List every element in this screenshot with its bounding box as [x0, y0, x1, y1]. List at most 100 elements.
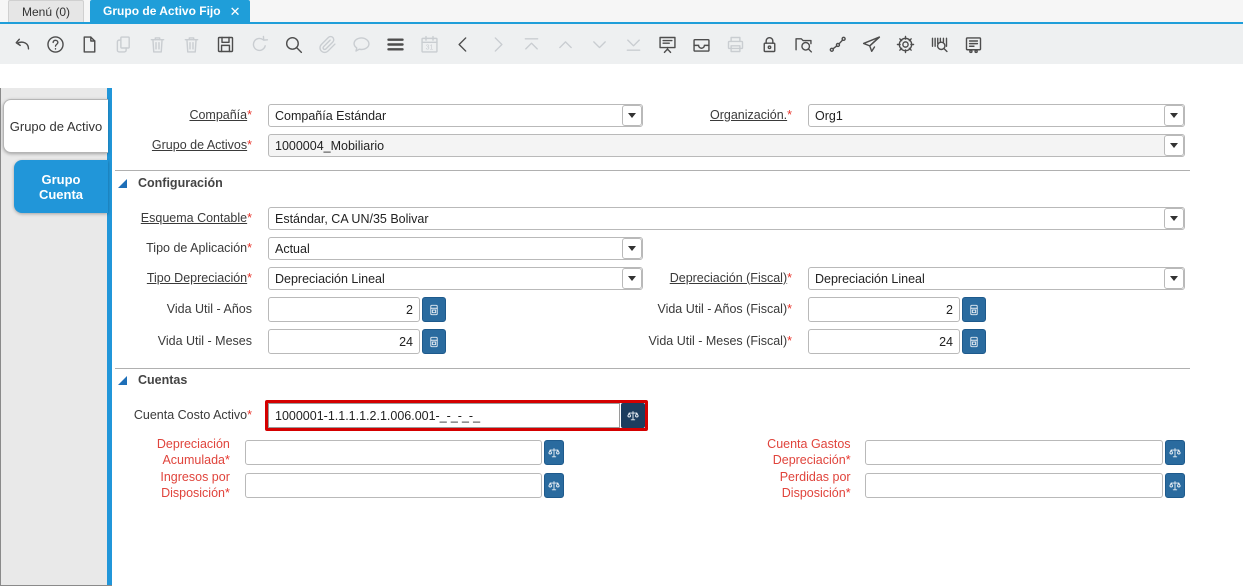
- vida-util-meses-fiscal-field[interactable]: 24: [808, 329, 960, 354]
- chevron-down-icon[interactable]: [622, 268, 642, 289]
- ingresos-por-disposicion-field[interactable]: [245, 473, 542, 498]
- section-header-configuracion[interactable]: Configuración: [118, 176, 223, 190]
- refresh-icon: [249, 34, 270, 55]
- perdidas-por-disposicion-field[interactable]: [865, 473, 1162, 498]
- grid-toggle-button[interactable]: [384, 33, 406, 55]
- chat-icon: [351, 34, 372, 55]
- section-divider: [115, 170, 1190, 171]
- label-compania: Compañía*: [113, 108, 260, 124]
- account-combination-button[interactable]: [1165, 473, 1186, 498]
- archive-button[interactable]: [690, 33, 712, 55]
- calculator-icon: [967, 303, 981, 317]
- calculator-button[interactable]: [422, 297, 446, 322]
- scales-icon: [1168, 446, 1182, 460]
- cuenta-costo-activo-field[interactable]: 1000001-1.1.1.1.2.1.006.001-_-_-_-_: [268, 403, 620, 428]
- tipo-depreciacion-value: Depreciación Lineal: [269, 272, 385, 286]
- copy-record-button: [112, 33, 134, 55]
- cuenta-gastos-depreciacion-field[interactable]: [865, 440, 1162, 465]
- account-combination-button[interactable]: [544, 473, 565, 498]
- attachment-icon: [317, 34, 338, 55]
- preference-icon: [895, 34, 916, 55]
- tipo-depreciacion-combo[interactable]: Depreciación Lineal: [268, 267, 643, 290]
- account-combination-button[interactable]: [544, 440, 565, 465]
- zoom-across-icon: [793, 34, 814, 55]
- sidebar-tab-grupo-de-activo[interactable]: Grupo de Activo: [3, 99, 108, 153]
- print-button: [724, 33, 746, 55]
- tipo-de-aplicacion-value: Actual: [269, 242, 310, 256]
- calculator-icon: [427, 335, 441, 349]
- calendar-button: 31: [418, 33, 440, 55]
- chevron-down-icon[interactable]: [1164, 105, 1184, 126]
- report-button[interactable]: [656, 33, 678, 55]
- find-button[interactable]: [282, 33, 304, 55]
- collapse-triangle-icon[interactable]: [118, 179, 127, 188]
- last-record-icon: [623, 34, 644, 55]
- new-record-button[interactable]: [78, 33, 100, 55]
- undo-button[interactable]: [10, 33, 32, 55]
- grupo-de-activos-value: 1000004_Mobiliario: [269, 139, 384, 153]
- chevron-down-icon[interactable]: [1164, 268, 1184, 289]
- close-icon[interactable]: ✕: [230, 5, 241, 18]
- chevron-down-icon[interactable]: [1164, 208, 1184, 229]
- form-grupo-de-activo: Compañía* Compañía Estándar Organización…: [113, 64, 1243, 588]
- print-icon: [725, 34, 746, 55]
- compania-combo[interactable]: Compañía Estándar: [268, 104, 643, 127]
- chevron-down-icon[interactable]: [622, 105, 642, 126]
- esquema-contable-value: Estándar, CA UN/35 Bolivar: [269, 212, 429, 226]
- calculator-button[interactable]: [422, 329, 446, 354]
- label-vida-util-meses: Vida Util - Meses: [113, 334, 260, 350]
- preference-button[interactable]: [894, 33, 916, 55]
- previous-record-button: [554, 33, 576, 55]
- parent-record-icon: [453, 34, 474, 55]
- attachment-button: [316, 33, 338, 55]
- sidebar-tab-grupo-cuenta[interactable]: Grupo Cuenta: [14, 160, 108, 213]
- help-button[interactable]: [44, 33, 66, 55]
- label-organizacion: Organización.*: [643, 108, 800, 124]
- calculator-button[interactable]: [962, 297, 986, 322]
- first-record-button: [520, 33, 542, 55]
- zoom-across-button[interactable]: [792, 33, 814, 55]
- label-tipo-depreciacion: Tipo Depreciación*: [113, 271, 260, 287]
- depreciacion-fiscal-combo[interactable]: Depreciación Lineal: [808, 267, 1185, 290]
- window-tab-bar: Menú (0) Grupo de Activo Fijo ✕: [0, 0, 1243, 22]
- organizacion-value: Org1: [809, 109, 843, 123]
- copy-record-icon: [113, 34, 134, 55]
- vida-util-meses-field[interactable]: 24: [268, 329, 420, 354]
- account-combination-button[interactable]: [621, 403, 645, 428]
- request-button[interactable]: [860, 33, 882, 55]
- workflow-button[interactable]: [826, 33, 848, 55]
- pos-button[interactable]: [962, 33, 984, 55]
- compania-value: Compañía Estándar: [269, 109, 386, 123]
- chevron-down-icon[interactable]: [1164, 135, 1184, 156]
- save-button[interactable]: [214, 33, 236, 55]
- vida-util-anos-field[interactable]: 2: [268, 297, 420, 322]
- next-record-button: [588, 33, 610, 55]
- archive-icon: [691, 34, 712, 55]
- section-header-cuentas[interactable]: Cuentas: [118, 373, 187, 387]
- label-depreciacion-fiscal: Depreciación (Fiscal)*: [643, 271, 800, 287]
- product-info-button[interactable]: [928, 33, 950, 55]
- product-info-icon: [929, 34, 950, 55]
- label-cuenta-costo-activo: Cuenta Costo Activo*: [113, 408, 260, 424]
- grupo-de-activos-combo[interactable]: 1000004_Mobiliario: [268, 134, 1185, 157]
- first-record-icon: [521, 34, 542, 55]
- tab-menu[interactable]: Menú (0): [8, 0, 84, 22]
- parent-record-button[interactable]: [452, 33, 474, 55]
- depreciacion-acumulada-field[interactable]: [245, 440, 542, 465]
- report-icon: [657, 34, 678, 55]
- help-icon: [45, 34, 66, 55]
- tab-grupo-label: Grupo de Activo Fijo: [103, 4, 221, 18]
- private-record-lock-button[interactable]: [758, 33, 780, 55]
- esquema-contable-combo[interactable]: Estándar, CA UN/35 Bolivar: [268, 207, 1185, 230]
- account-combination-button[interactable]: [1165, 440, 1186, 465]
- collapse-triangle-icon[interactable]: [118, 376, 127, 385]
- calculator-icon: [427, 303, 441, 317]
- calculator-button[interactable]: [962, 329, 986, 354]
- chevron-down-icon[interactable]: [622, 238, 642, 259]
- vida-util-anos-fiscal-field[interactable]: 2: [808, 297, 960, 322]
- workflow-icon: [827, 34, 848, 55]
- label-perdidas-por-disposicion: Perdidas por Disposición*: [725, 470, 858, 501]
- tab-grupo-de-activo-fijo[interactable]: Grupo de Activo Fijo ✕: [90, 0, 249, 22]
- tipo-de-aplicacion-combo[interactable]: Actual: [268, 237, 643, 260]
- organizacion-combo[interactable]: Org1: [808, 104, 1185, 127]
